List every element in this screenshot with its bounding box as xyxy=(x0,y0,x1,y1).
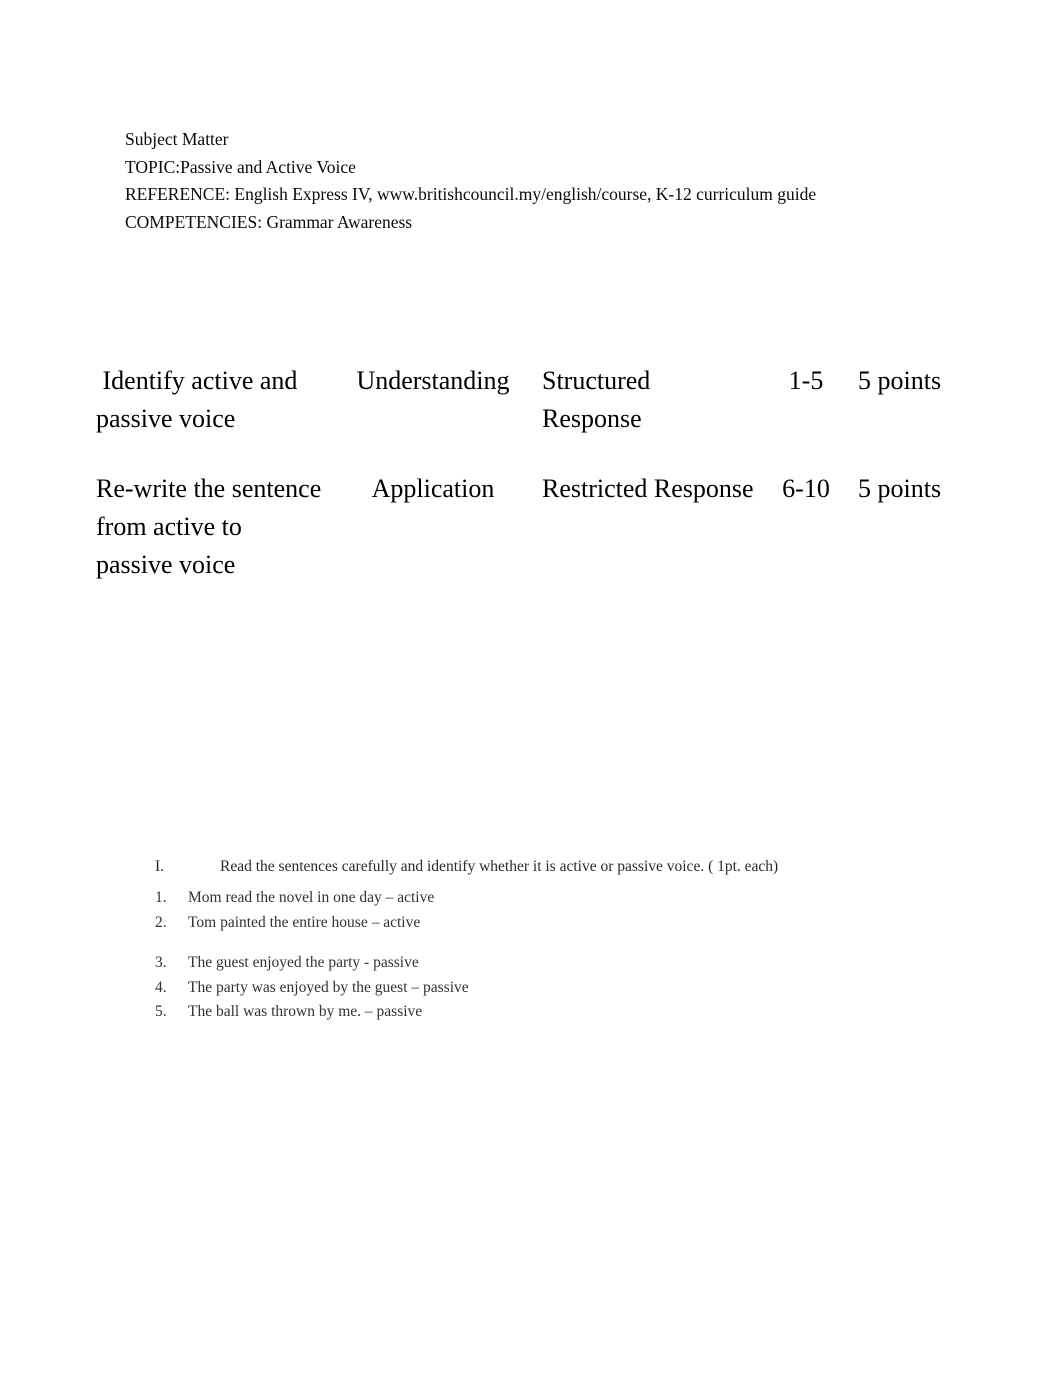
list-item-text: The ball was thrown by me. – passive xyxy=(188,1003,423,1020)
list-item: 5. The ball was thrown by me. – passive xyxy=(155,1000,985,1025)
header-line-subject-matter: Subject Matter xyxy=(125,129,229,149)
list-item-marker: 1. xyxy=(155,889,167,906)
list-item: 4. The party was enjoyed by the guest – … xyxy=(155,976,985,1001)
table-of-specification: Identify active and passive voice Unders… xyxy=(96,362,986,584)
cell-item-numbers: 6-10 xyxy=(782,474,830,503)
cell-objective: Re-write the sentence from active to pas… xyxy=(96,474,328,579)
cell-cognitive-level: Understanding xyxy=(356,366,510,395)
list-item-marker: 2. xyxy=(155,913,167,931)
cell-cognitive-level: Application xyxy=(371,474,495,503)
instruction-text: Read the sentences carefully and identif… xyxy=(220,858,779,875)
cell-objective: Identify active and passive voice xyxy=(96,366,304,433)
list-item-text: The guest enjoyed the party - passive xyxy=(188,954,419,971)
list-item-marker: 5. xyxy=(155,1003,167,1020)
header-line-competencies: COMPETENCIES: Grammar Awareness xyxy=(125,211,413,232)
table-row: Identify active and passive voice Unders… xyxy=(96,362,986,470)
list-item-text: Tom painted the entire house – active xyxy=(188,913,421,931)
list-item-marker: 4. xyxy=(155,978,167,996)
subject-matter-header: Subject Matter TOPIC:Passive and Active … xyxy=(125,126,985,236)
header-line-topic: TOPIC:Passive and Active Voice xyxy=(125,156,356,177)
list-item-text: The party was enjoyed by the guest – pas… xyxy=(188,978,469,996)
cell-points: 5 points xyxy=(858,366,942,395)
cell-response-type: Structured Response xyxy=(542,366,657,433)
list-item: 1. Mom read the novel in one day – activ… xyxy=(155,886,985,911)
cell-points: 5 points xyxy=(858,474,942,503)
header-line-reference: REFERENCE: English Express IV, www.briti… xyxy=(125,184,817,204)
activity-instruction: I. Read the sentences carefully and iden… xyxy=(155,854,985,879)
document-page: Subject Matter TOPIC:Passive and Active … xyxy=(0,0,1062,1377)
cell-response-type: Restricted Response xyxy=(542,474,754,503)
cell-item-numbers: 1-5 xyxy=(788,366,824,395)
list-item-text: Mom read the novel in one day – active xyxy=(188,889,435,906)
activity-section: I. Read the sentences carefully and iden… xyxy=(155,854,985,1025)
list-item: 2. Tom painted the entire house – active xyxy=(155,911,985,936)
table-row: Re-write the sentence from active to pas… xyxy=(96,470,986,584)
instruction-marker: I. xyxy=(155,858,165,875)
list-item-marker: 3. xyxy=(155,954,167,971)
list-item: 3. The guest enjoyed the party - passive xyxy=(155,951,985,976)
